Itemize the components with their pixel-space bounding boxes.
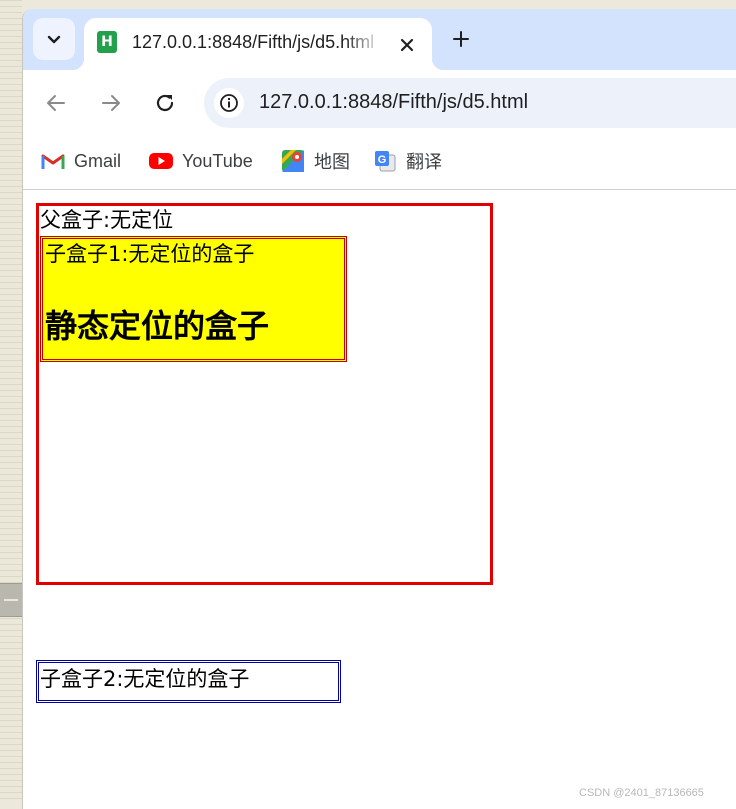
svg-text:G: G bbox=[378, 154, 387, 166]
forward-arrow-icon bbox=[102, 95, 120, 111]
reload-button[interactable] bbox=[148, 86, 182, 120]
close-icon bbox=[400, 38, 414, 52]
child-box-1-heading: 静态定位的盒子 bbox=[45, 307, 270, 345]
site-info-button[interactable] bbox=[214, 88, 244, 118]
desktop-edge bbox=[0, 0, 22, 800]
bookmark-label: 地图 bbox=[314, 152, 350, 172]
browser-window: H 127.0.0.1:8848/Fifth/js/d5.html 127.0.… bbox=[22, 9, 736, 809]
bookmarks-bar: Gmail YouTube 地图 G 翻译 bbox=[23, 135, 736, 190]
reload-icon bbox=[156, 94, 174, 112]
child-box-2: 子盒子2:无定位的盒子 bbox=[36, 660, 341, 703]
translate-icon: G bbox=[373, 149, 397, 173]
tab-close-button[interactable] bbox=[396, 34, 418, 56]
bookmark-gmail[interactable]: Gmail bbox=[41, 148, 121, 174]
active-tab[interactable]: H 127.0.0.1:8848/Fifth/js/d5.html bbox=[72, 18, 444, 70]
tab-title: 127.0.0.1:8848/Fifth/js/d5.html bbox=[132, 32, 375, 52]
url-text[interactable]: 127.0.0.1:8848/Fifth/js/d5.html bbox=[259, 91, 528, 114]
resize-handle[interactable] bbox=[0, 583, 22, 617]
hbuilder-favicon-icon: H bbox=[97, 31, 117, 53]
chevron-down-icon bbox=[47, 35, 61, 44]
info-icon bbox=[220, 94, 238, 112]
maps-icon bbox=[281, 149, 305, 173]
new-tab-button[interactable] bbox=[447, 25, 475, 53]
gmail-icon bbox=[41, 149, 65, 173]
page-content: 父盒子:无定位 子盒子1:无定位的盒子 静态定位的盒子 子盒子2:无定位的盒子 … bbox=[23, 190, 736, 809]
parent-box-label: 父盒子:无定位 bbox=[40, 208, 174, 232]
child-box-1: 子盒子1:无定位的盒子 静态定位的盒子 bbox=[40, 236, 347, 362]
bookmark-translate[interactable]: G 翻译 bbox=[373, 148, 442, 174]
forward-button[interactable] bbox=[94, 86, 128, 120]
youtube-icon bbox=[149, 149, 173, 173]
bookmark-label: 翻译 bbox=[406, 152, 442, 172]
bookmark-maps[interactable]: 地图 bbox=[281, 148, 350, 174]
address-bar[interactable]: 127.0.0.1:8848/Fifth/js/d5.html bbox=[204, 78, 736, 128]
tab-strip: H 127.0.0.1:8848/Fifth/js/d5.html bbox=[23, 9, 736, 70]
child-box-1-label: 子盒子1:无定位的盒子 bbox=[45, 242, 255, 266]
toolbar: 127.0.0.1:8848/Fifth/js/d5.html bbox=[23, 70, 736, 135]
bookmark-label: YouTube bbox=[182, 150, 253, 171]
watermark: CSDN @2401_87136665 bbox=[579, 787, 704, 799]
child-box-2-label: 子盒子2:无定位的盒子 bbox=[40, 667, 250, 691]
bookmark-label: Gmail bbox=[74, 150, 122, 171]
tab-search-button[interactable] bbox=[33, 18, 75, 60]
parent-box: 父盒子:无定位 子盒子1:无定位的盒子 静态定位的盒子 bbox=[36, 203, 493, 585]
bookmark-youtube[interactable]: YouTube bbox=[149, 148, 253, 174]
back-button[interactable] bbox=[39, 86, 73, 120]
plus-icon bbox=[453, 31, 469, 47]
back-arrow-icon bbox=[47, 95, 65, 111]
